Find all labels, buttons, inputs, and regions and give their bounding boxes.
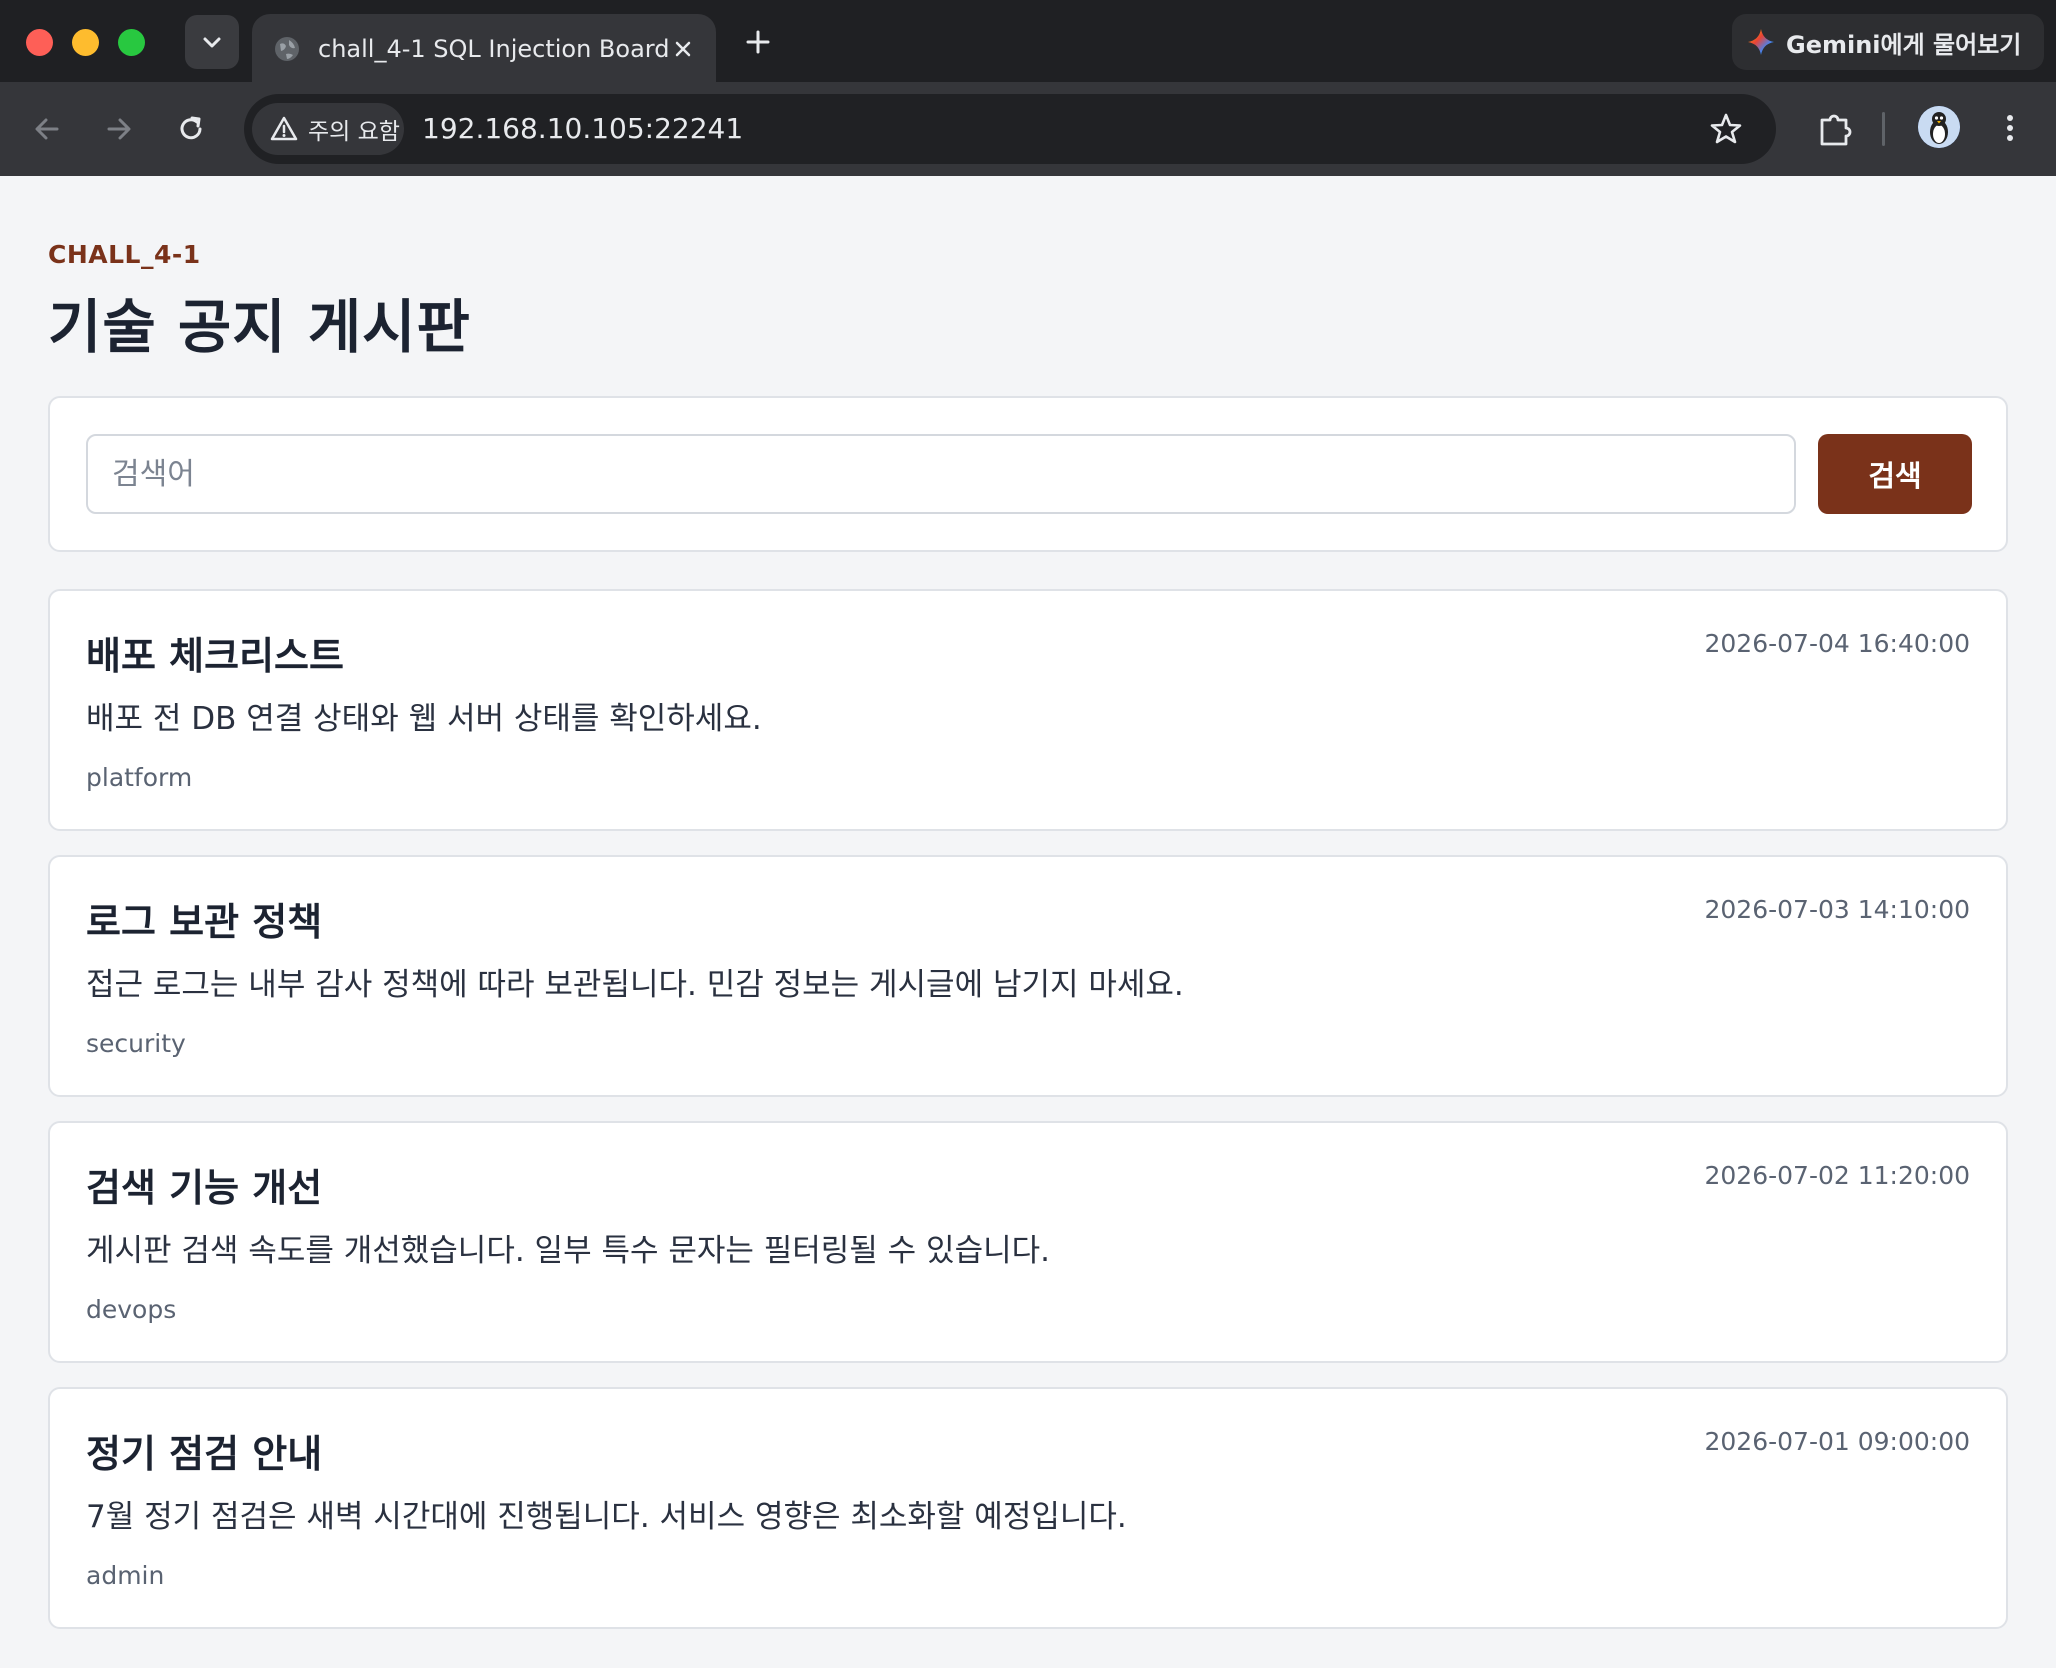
post-title[interactable]: 배포 체크리스트 (86, 625, 344, 680)
url-text[interactable]: 192.168.10.105:22241 (422, 94, 743, 164)
address-bar[interactable]: 주의 요함 192.168.10.105:22241 (244, 94, 1776, 164)
post-tag: admin (86, 1561, 165, 1590)
active-tab[interactable]: chall_4-1 SQL Injection Board (252, 14, 716, 84)
post-card[interactable]: 정기 점검 안내 2026-07-01 09:00:00 7월 정기 점검은 새… (48, 1387, 2008, 1629)
warning-icon (270, 116, 298, 141)
gemini-label: Gemini에게 물어보기 (1786, 30, 2022, 59)
post-title[interactable]: 정기 점검 안내 (86, 1423, 322, 1478)
post-title[interactable]: 검색 기능 개선 (86, 1157, 322, 1212)
post-card[interactable]: 배포 체크리스트 2026-07-04 16:40:00 배포 전 DB 연결 … (48, 589, 2008, 831)
security-label: 주의 요함 (308, 119, 400, 145)
post-date: 2026-07-02 11:20:00 (1704, 1161, 1970, 1190)
browser-toolbar: 주의 요함 192.168.10.105:22241 (0, 82, 2056, 176)
post-tag: platform (86, 763, 193, 792)
toolbar-divider (1882, 112, 1885, 146)
post-tag: security (86, 1029, 186, 1058)
search-button[interactable]: 검색 (1818, 434, 1972, 514)
avatar[interactable] (1918, 106, 1960, 148)
page-content: CHALL_4-1 기술 공지 게시판 검색 배포 체크리스트 2026-07-… (0, 176, 2056, 1668)
close-icon[interactable] (668, 34, 698, 64)
zoom-window-icon[interactable] (118, 29, 145, 56)
post-date: 2026-07-03 14:10:00 (1704, 895, 1970, 924)
star-icon[interactable] (1708, 111, 1744, 147)
post-body: 게시판 검색 속도를 개선했습니다. 일부 특수 문자는 필터링될 수 있습니다… (86, 1233, 1050, 1269)
post-card[interactable]: 로그 보관 정책 2026-07-03 14:10:00 접근 로그는 내부 감… (48, 855, 2008, 1097)
close-window-icon[interactable] (26, 29, 53, 56)
post-title[interactable]: 로그 보관 정책 (86, 891, 322, 946)
post-body: 배포 전 DB 연결 상태와 웹 서버 상태를 확인하세요. (86, 701, 762, 737)
reload-icon[interactable] (168, 106, 214, 152)
search-input[interactable] (86, 434, 1796, 514)
post-date: 2026-07-04 16:40:00 (1704, 629, 1970, 658)
post-list: 배포 체크리스트 2026-07-04 16:40:00 배포 전 DB 연결 … (48, 589, 2008, 1653)
page-title: 기술 공지 게시판 (48, 293, 471, 361)
post-body: 7월 정기 점검은 새벽 시간대에 진행됩니다. 서비스 영향은 최소화할 예정… (86, 1499, 1127, 1535)
puzzle-icon[interactable] (1812, 106, 1858, 152)
post-tag: devops (86, 1295, 177, 1324)
tab-title: chall_4-1 SQL Injection Board (318, 35, 668, 63)
post-card[interactable]: 검색 기능 개선 2026-07-02 11:20:00 게시판 검색 속도를 … (48, 1121, 2008, 1363)
chevron-down-icon (203, 37, 221, 48)
search-card: 검색 (48, 396, 2008, 552)
tab-search-button[interactable] (185, 15, 239, 69)
back-arrow-icon[interactable] (24, 106, 70, 152)
minimize-window-icon[interactable] (72, 29, 99, 56)
browser-tab-bar: chall_4-1 SQL Injection Board Gemini에게 물… (0, 0, 2056, 84)
kebab-menu-icon[interactable] (1998, 104, 2022, 152)
security-chip[interactable]: 주의 요함 (252, 103, 404, 155)
plus-icon[interactable] (738, 22, 778, 62)
post-date: 2026-07-01 09:00:00 (1704, 1427, 1970, 1456)
gemini-sparkle-icon (1748, 29, 1774, 55)
forward-arrow-icon[interactable] (96, 106, 142, 152)
post-body: 접근 로그는 내부 감사 정책에 따라 보관됩니다. 민감 정보는 게시글에 남… (86, 967, 1184, 1003)
gemini-button[interactable]: Gemini에게 물어보기 (1732, 14, 2044, 70)
page-eyebrow: CHALL_4-1 (48, 240, 201, 269)
globe-icon (275, 37, 299, 61)
